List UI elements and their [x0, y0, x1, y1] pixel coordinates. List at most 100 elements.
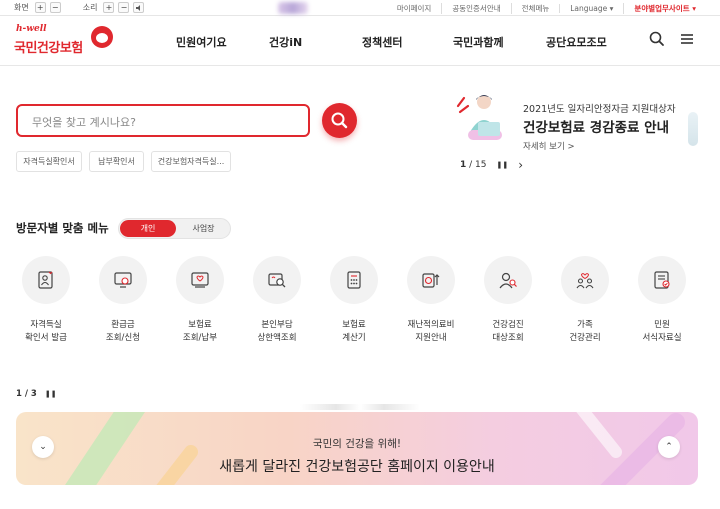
nav-item-policy[interactable]: 정책센터	[362, 34, 402, 50]
sound-label: 소리	[82, 3, 98, 12]
search-icon[interactable]	[648, 30, 666, 48]
menu-item-catastrophic-medical[interactable]: 재난적의료비지원안내	[401, 256, 461, 345]
mascot-icon	[91, 26, 113, 48]
notice-banner[interactable]: ⌄ 국민의 건강을 위해! 새롭게 달라진 건강보험공단 홈페이지 이용안내 ⌃	[16, 412, 698, 485]
banner-next-button[interactable]: ›	[518, 158, 523, 172]
menu-circle	[22, 256, 70, 304]
menu-item-copay-limit[interactable]: 본인부담상한액조회	[247, 256, 307, 345]
logo-name: 국민건강보험	[14, 41, 83, 56]
menu-label-line2: 지원안내	[415, 333, 447, 343]
business-sites-dropdown[interactable]: 분야별업무사이트 ▾	[623, 3, 706, 14]
logo-tagline: h-well	[16, 24, 47, 34]
bill-icon	[191, 272, 209, 288]
screen-size-label: 화면	[14, 3, 29, 12]
utility-bar: 화면 + − 소리 + − 마이페이지 공동인증서안내 전체메뉴 Languag…	[0, 0, 720, 16]
banner-pager: 1 / 15 ❚❚ ›	[460, 158, 523, 172]
language-dropdown[interactable]: Language ▾	[559, 4, 623, 13]
banner-total-pages: / 15	[469, 160, 487, 170]
quick-link-payment[interactable]: 납부확인서	[89, 151, 144, 172]
menu-item-qualification[interactable]: 자격득실확인서 발급	[16, 256, 76, 345]
main-header: h-well 국민건강보험 민원여기요 건강iN 정책센터 국민과함께 공단요모…	[0, 16, 720, 66]
monitor-refund-icon	[114, 272, 132, 288]
menu-label-line1: 보험료	[342, 320, 366, 330]
person-search-icon	[499, 272, 517, 289]
banner-more-link[interactable]: 자세히 보기 >	[523, 140, 575, 152]
menu-label-line2: 상한액조회	[257, 333, 297, 343]
mypage-link[interactable]: 마이페이지	[387, 3, 442, 14]
menu-label-line1: 가족	[577, 320, 593, 330]
hamburger-menu-icon[interactable]	[678, 30, 696, 48]
screen-zoom-in-button[interactable]: +	[34, 2, 46, 13]
menu-label-line1: 자격득실	[30, 320, 62, 330]
menu-circle	[561, 256, 609, 304]
medical-support-icon	[422, 273, 440, 288]
calculator-icon	[347, 271, 361, 289]
search-button[interactable]	[322, 103, 357, 138]
blurred-region	[278, 2, 308, 14]
qualification-doc-icon	[38, 271, 53, 289]
notice-banner-line2: 새롭게 달라진 건강보험공단 홈페이지 이용안내	[219, 459, 495, 475]
menu-circle	[484, 256, 532, 304]
menu-label-line1: 건강검진	[492, 320, 524, 330]
menu-label-line2: 계산기	[342, 333, 366, 343]
slider-page-indicator: 1 / 3	[16, 389, 37, 399]
menu-circle	[330, 256, 378, 304]
menu-label-line1: 민원	[654, 320, 670, 330]
slider-pause-button[interactable]: ❚❚	[45, 390, 57, 398]
menu-item-refund[interactable]: 환급금조회/신청	[93, 256, 153, 345]
menu-label-line2: 건강관리	[569, 333, 601, 343]
menu-circle	[99, 256, 147, 304]
visitor-menu-title: 방문자별 맞춤 메뉴	[16, 221, 109, 235]
search-placeholder: 무엇을 찾고 계시나요?	[32, 116, 136, 129]
banner-subtitle: 2021년도 일자리안정자금 지원대상자	[523, 104, 676, 115]
form-check-icon	[654, 271, 670, 289]
banner-pause-button[interactable]: ❚❚	[497, 161, 509, 169]
menu-circle	[638, 256, 686, 304]
menu-circle	[176, 256, 224, 304]
menu-label-line2: 서식자료실	[642, 333, 682, 343]
menu-circle	[407, 256, 455, 304]
menu-item-health-checkup[interactable]: 건강검진대상조회	[478, 256, 538, 345]
tab-business[interactable]: 사업장	[176, 220, 231, 237]
search-input[interactable]: 무엇을 찾고 계시나요?	[16, 104, 310, 137]
nav-item-together[interactable]: 국민과함께	[453, 34, 504, 50]
nav-item-health-in[interactable]: 건강iN	[269, 34, 302, 50]
notice-banner-line1: 국민의 건강을 위해!	[312, 438, 402, 450]
certificate-guide-link[interactable]: 공동인증서안내	[441, 3, 510, 14]
visitor-type-toggle: 개인 사업장	[118, 218, 231, 239]
menu-label-line2: 조회/납부	[182, 333, 218, 343]
menu-label-line1: 본인부담	[261, 320, 293, 330]
menu-label-line2: 조회/신청	[105, 333, 141, 343]
site-logo[interactable]: h-well 국민건강보험	[14, 24, 113, 60]
family-icon	[576, 273, 594, 289]
menu-item-calculator[interactable]: 보험료계산기	[324, 256, 384, 345]
magnifier-card-icon	[268, 273, 286, 288]
search-button-icon	[331, 112, 348, 129]
quick-link-insurance[interactable]: 건강보험자격득실...	[151, 151, 231, 172]
all-menu-link[interactable]: 전체메뉴	[510, 3, 560, 14]
banner-collapse-up-button[interactable]: ⌃	[658, 436, 680, 458]
menu-label-line2: 대상조회	[492, 333, 524, 343]
banner-current-page: 1	[460, 160, 467, 170]
menu-item-premium-payment[interactable]: 보험료조회/납부	[170, 256, 230, 345]
banner-title: 건강보험료 경감종료 안내	[523, 120, 670, 136]
volume-down-button[interactable]: −	[118, 2, 130, 13]
screen-zoom-out-button[interactable]: −	[49, 2, 61, 13]
nav-item-about[interactable]: 공단요모조모	[546, 34, 607, 50]
menu-circle	[253, 256, 301, 304]
tab-personal[interactable]: 개인	[120, 220, 176, 237]
quick-link-qualification[interactable]: 자격득실확인서	[16, 151, 82, 172]
speaker-icon[interactable]	[133, 2, 145, 13]
menu-label-line2: 확인서 발급	[25, 333, 67, 343]
volume-up-button[interactable]: +	[103, 2, 115, 13]
slider-pager: 1 / 3 ❚❚	[16, 389, 57, 399]
nav-item-civil[interactable]: 민원여기요	[176, 34, 227, 50]
menu-item-family-health[interactable]: 가족건강관리	[555, 256, 615, 345]
menu-item-forms[interactable]: 민원서식자료실	[632, 256, 692, 345]
menu-label-line1: 재난적의료비	[407, 320, 455, 330]
menu-label-line1: 보험료	[188, 320, 212, 330]
banner-illustration	[456, 95, 502, 140]
menu-label-line1: 환급금	[111, 320, 135, 330]
slide-peek	[300, 404, 420, 410]
side-decoration	[688, 112, 698, 146]
